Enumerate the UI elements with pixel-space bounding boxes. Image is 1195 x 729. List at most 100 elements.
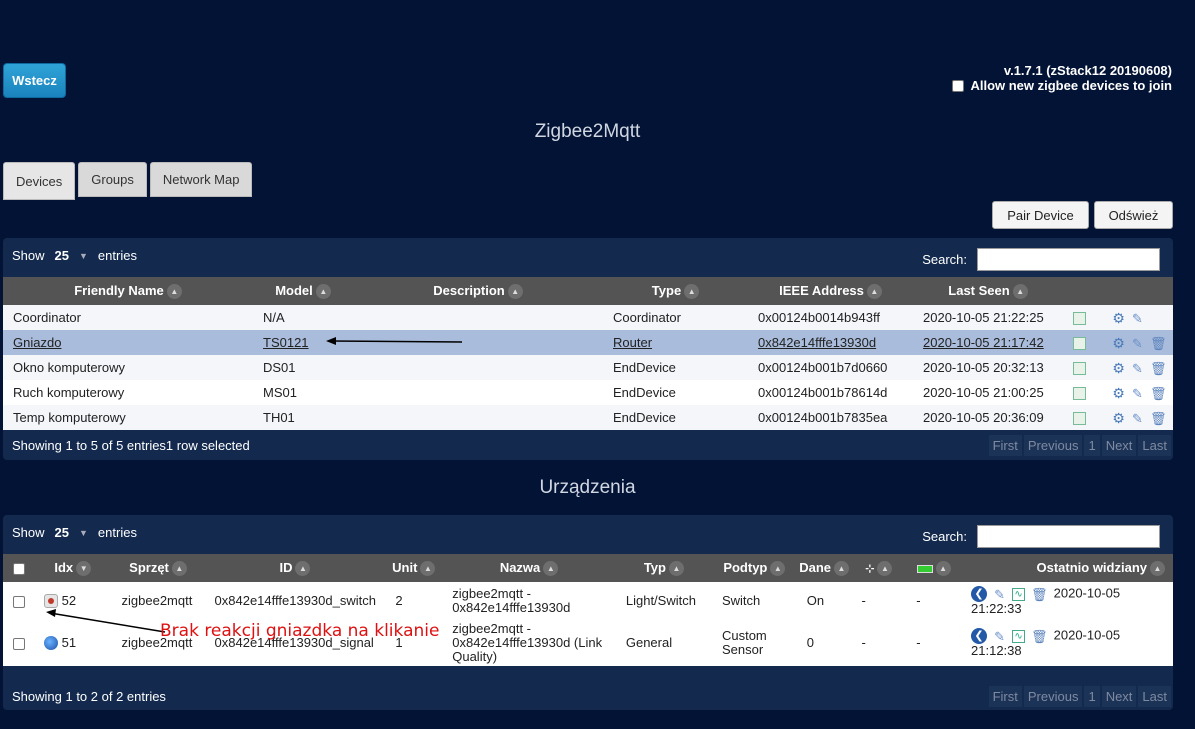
trash-icon[interactable]: 🗑 [1150, 362, 1167, 375]
graph-icon[interactable] [1073, 337, 1086, 351]
sort-icon: ▲ [866, 284, 882, 300]
cell-model[interactable]: TS0121 [253, 330, 353, 355]
back-arrow-icon[interactable]: ❮ [971, 628, 988, 644]
cell-battery: - [906, 620, 962, 666]
col-battery[interactable]: ▲ [906, 554, 962, 582]
socket-icon[interactable] [44, 594, 58, 609]
col-ieee-address[interactable]: IEEE Address ▲ [748, 277, 913, 305]
edit-icon[interactable]: ✎ [1131, 412, 1144, 425]
edit-icon[interactable]: ✎ [1131, 387, 1144, 400]
search-input[interactable] [977, 248, 1160, 271]
allow-join-checkbox[interactable] [952, 79, 965, 92]
cell-idx: 52 [34, 582, 112, 620]
col-type[interactable]: Typ ▲ [615, 554, 712, 582]
pager-page[interactable]: 1 [1084, 435, 1100, 456]
graph-icon[interactable] [1073, 362, 1086, 376]
chevron-down-icon: ▼ [79, 250, 88, 261]
pager-page[interactable]: 1 [1084, 686, 1100, 707]
col-name[interactable]: Nazwa ▲ [442, 554, 616, 582]
row-checkbox[interactable] [13, 595, 25, 608]
trash-icon[interactable]: 🗑 [1150, 337, 1167, 350]
col-select-all[interactable] [3, 554, 34, 582]
gear-icon[interactable]: ⚙ [1112, 336, 1125, 350]
table-row[interactable]: Temp komputerowy TH01 EndDevice 0x00124b… [3, 405, 1173, 430]
sort-icon: ▲ [315, 284, 331, 300]
cell-checkbox [3, 582, 34, 620]
row-checkbox[interactable] [13, 637, 25, 650]
table-row[interactable]: 52 zigbee2mqtt 0x842e14fffe13930d_switch… [3, 582, 1173, 620]
table-row[interactable]: Okno komputerowy DS01 EndDevice 0x00124b… [3, 355, 1173, 380]
edit-icon[interactable]: ✎ [993, 630, 1006, 643]
edit-icon[interactable]: ✎ [1131, 337, 1144, 350]
pager-next[interactable]: Next [1101, 435, 1137, 456]
pair-device-button[interactable]: Pair Device [992, 201, 1089, 229]
search-input[interactable] [977, 525, 1160, 548]
gear-icon[interactable]: ⚙ [1112, 311, 1125, 325]
pager-next[interactable]: Next [1101, 686, 1137, 707]
trash-icon[interactable]: 🗑 [1031, 588, 1048, 601]
tab-network-map[interactable]: Network Map [149, 162, 253, 197]
cell-actions: ⚙ ✎ 🗑 [1063, 355, 1173, 380]
col-last-seen[interactable]: Last Seen ▲ [913, 277, 1063, 305]
globe-icon[interactable] [44, 636, 58, 651]
cell-name[interactable]: Gniazdo [3, 330, 253, 355]
pager-previous[interactable]: Previous [1023, 435, 1083, 456]
cell-name: zigbee2mqtt - 0x842e14fffe13930d (Link Q… [442, 620, 616, 666]
table-row[interactable]: Ruch komputerowy MS01 EndDevice 0x00124b… [3, 380, 1173, 405]
trash-icon[interactable]: 🗑 [1150, 412, 1167, 425]
col-id[interactable]: ID ▲ [204, 554, 386, 582]
table-row-selected[interactable]: Gniazdo TS0121 Router 0x842e14fffe13930d… [3, 330, 1173, 355]
tab-devices[interactable]: Devices [3, 162, 76, 200]
entries-select[interactable]: 25 ▼ [51, 525, 92, 540]
pager-last[interactable]: Last [1138, 435, 1171, 456]
col-subtype[interactable]: Podtyp ▲ [711, 554, 797, 582]
pager-first[interactable]: First [988, 686, 1022, 707]
graph-icon[interactable] [1073, 387, 1086, 401]
battery-icon [916, 564, 933, 573]
col-friendly-name[interactable]: Friendly Name ▲ [3, 277, 253, 305]
log-icon[interactable]: ∿ [1012, 629, 1026, 643]
cell-ieee[interactable]: 0x842e14fffe13930d [748, 330, 913, 355]
col-description[interactable]: Description ▲ [353, 277, 603, 305]
col-signal[interactable]: ⊹ ▲ [851, 554, 907, 582]
col-idx[interactable]: Idx ▼ [34, 554, 112, 582]
tab-groups[interactable]: Groups [78, 162, 147, 197]
col-unit[interactable]: Unit ▲ [385, 554, 443, 582]
log-icon[interactable]: ∿ [1012, 587, 1026, 601]
pager-last[interactable]: Last [1138, 686, 1171, 707]
cell-idx: 51 [34, 620, 112, 666]
refresh-button[interactable]: Odśwież [1094, 201, 1173, 229]
gear-icon[interactable]: ⚙ [1112, 386, 1125, 400]
gear-icon[interactable]: ⚙ [1112, 411, 1125, 425]
col-actions [1063, 277, 1173, 305]
cell-desc [353, 355, 603, 380]
col-last-seen[interactable]: Ostatnio widziany ▲ [961, 554, 1173, 582]
cell-name: Temp komputerowy [3, 405, 253, 430]
edit-icon[interactable]: ✎ [993, 588, 1006, 601]
cell-seen[interactable]: 2020-10-05 21:17:42 [913, 330, 1063, 355]
col-type[interactable]: Type ▲ [603, 277, 748, 305]
pager-previous[interactable]: Previous [1023, 686, 1083, 707]
cell-signal: - [851, 620, 907, 666]
trash-icon[interactable]: 🗑 [1150, 387, 1167, 400]
cell-type[interactable]: Router [603, 330, 748, 355]
graph-icon[interactable] [1073, 312, 1086, 326]
entries-value: 25 [54, 248, 69, 263]
select-all-checkbox[interactable] [12, 563, 25, 576]
back-button[interactable]: Wstecz [3, 63, 66, 98]
edit-icon[interactable]: ✎ [1131, 312, 1144, 325]
cell-seen: 2020-10-05 21:22:25 [913, 305, 1063, 330]
pager-first[interactable]: First [988, 435, 1022, 456]
entries-select[interactable]: 25 ▼ [51, 248, 92, 263]
cell-ieee: 0x00124b001b7835ea [748, 405, 913, 430]
table-row[interactable]: Coordinator N/A Coordinator 0x00124b0014… [3, 305, 1173, 330]
trash-icon[interactable]: 🗑 [1031, 630, 1048, 643]
col-model[interactable]: Model ▲ [253, 277, 353, 305]
sort-icon: ▲ [166, 284, 182, 300]
edit-icon[interactable]: ✎ [1131, 362, 1144, 375]
col-hardware[interactable]: Sprzęt ▲ [111, 554, 205, 582]
back-arrow-icon[interactable]: ❮ [971, 586, 988, 602]
col-data[interactable]: Dane ▲ [796, 554, 852, 582]
gear-icon[interactable]: ⚙ [1112, 361, 1125, 375]
graph-icon[interactable] [1073, 412, 1086, 426]
